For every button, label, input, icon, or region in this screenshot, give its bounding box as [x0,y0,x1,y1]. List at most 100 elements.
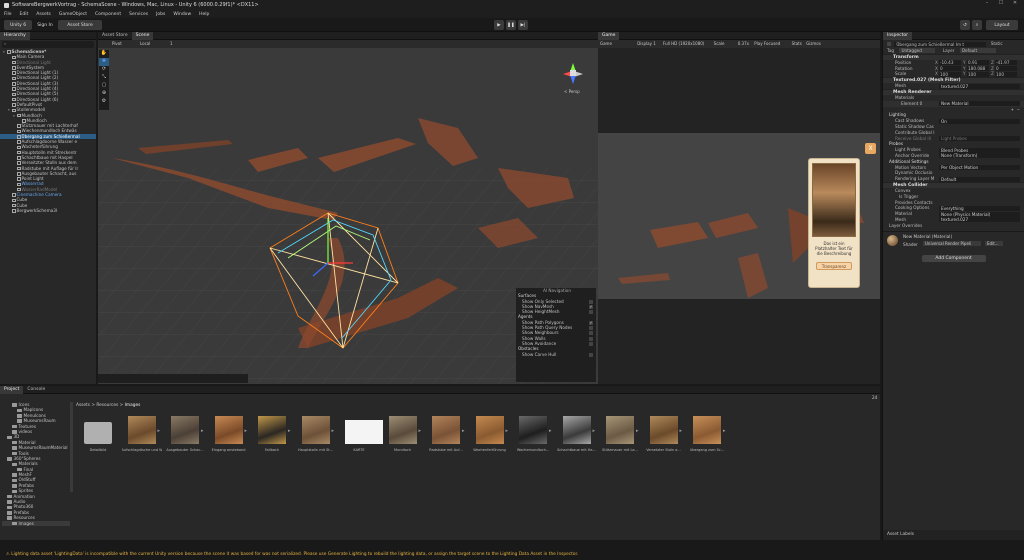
grid-snap-value[interactable]: 1 [170,41,173,46]
image-thumbnail[interactable] [258,416,286,444]
rotate-tool-icon[interactable]: ⟳ [99,66,109,74]
hierarchy-item[interactable]: BergwerkSchema3I [0,208,96,213]
minimize-icon[interactable]: – [980,0,994,6]
game-view[interactable]: Game Game Display 1 Full HD (1920x1080) … [598,32,880,384]
add-component-button[interactable]: Add Component [921,254,986,262]
transform-x-field[interactable]: 100 [939,71,961,77]
layer-dropdown[interactable]: Default [959,48,996,53]
resolution-dropdown[interactable]: Full HD (1920x1080) [663,41,704,46]
play-button[interactable]: ▶ [494,20,504,30]
menu-item-file[interactable]: File [4,12,12,17]
shader-edit-button[interactable]: Edit... [985,240,1003,246]
expand-arrow-icon[interactable]: ▸ [549,428,552,434]
pivot-dropdown[interactable]: Pivot [112,41,122,46]
transform-z-field[interactable]: 100 [995,71,1017,77]
image-thumbnail[interactable] [214,416,243,444]
nav-option-checkbox[interactable] [589,310,593,315]
pause-button[interactable]: ❚❚ [506,20,516,30]
tab-inspector[interactable]: Inspector [883,32,912,40]
menu-item-jobs[interactable]: Jobs [156,12,165,17]
tab-asset-store[interactable]: Asset Store [98,32,132,40]
history-button[interactable]: ↺ [960,20,970,30]
gizmos-button[interactable]: Gizmos [806,41,821,46]
transform-y-field[interactable]: 100 [967,71,989,77]
image-thumbnail[interactable] [345,420,383,444]
status-bar[interactable]: ⚠ Lighting data asset 'LightingData' is … [0,550,1024,560]
material-field[interactable]: New Material [939,101,1020,107]
project-tree-item[interactable]: Images [2,520,70,526]
transform-z-field[interactable]: 0 [995,66,1017,72]
scale-tool-icon[interactable]: ⤡ [99,74,109,82]
asset-labels-bar[interactable]: Asset Labels [883,530,1024,540]
expand-arrow-icon[interactable]: ▸ [419,428,422,434]
object-name-field[interactable]: Übergang zum Schießermal Im t [894,41,987,47]
expand-arrow-icon[interactable]: ▸ [680,428,683,434]
nav-option-checkbox[interactable] [589,352,593,357]
local-dropdown[interactable]: Local [140,41,150,46]
tag-dropdown[interactable]: Untagged [899,48,936,53]
transform-tool-icon[interactable]: ⊕ [99,90,109,98]
close-icon[interactable]: ✕ [1008,0,1022,6]
transform-z-field[interactable]: -41.97 [995,60,1017,66]
menu-item-help[interactable]: Help [199,12,209,17]
move-tool-icon[interactable]: ✥ [99,58,109,66]
expand-arrow-icon[interactable]: ▸ [201,428,204,434]
custom-tool-icon[interactable]: ⚙ [99,98,109,106]
layout-dropdown[interactable]: Layout [986,20,1018,30]
hierarchy-search-input[interactable]: ⌕ [2,41,94,48]
collider-mesh-field[interactable]: textured.027 [939,217,1020,223]
project-tree-scrollbar[interactable] [70,402,73,492]
image-thumbnail[interactable] [519,416,547,444]
asset-store-button[interactable]: Asset Store [58,20,102,30]
tab-game[interactable]: Game [598,32,620,40]
shader-dropdown[interactable]: Universal Render Pipeli [923,240,981,246]
project-tree-item[interactable]: MuseumsRaumMaterial [2,445,70,450]
tab-console[interactable]: Console [23,386,49,394]
image-thumbnail[interactable] [649,416,678,444]
expand-arrow-icon[interactable]: ▸ [158,428,161,434]
orientation-gizmo[interactable] [560,60,586,86]
folder-thumbnail[interactable] [84,422,112,444]
cooking-options-dropdown[interactable]: Everything [939,205,1020,211]
transform-y-field[interactable]: 180.088 [967,66,989,72]
cast-shadows-dropdown[interactable]: On [939,118,1020,124]
layer-overrides-foldout[interactable]: Layer Overrides [883,223,1024,229]
rect-tool-icon[interactable]: ▢ [99,82,109,90]
transform-x-field[interactable]: -10.43 [939,60,961,66]
expand-arrow-icon[interactable]: ▸ [593,428,596,434]
transparency-button[interactable]: Transparenz [816,262,852,270]
display-dropdown[interactable]: Display 1 [637,41,656,46]
image-thumbnail[interactable] [127,416,156,444]
game-mode-dropdown[interactable]: Game [600,41,612,46]
expand-arrow-icon[interactable]: ▸ [332,428,335,434]
expand-arrow-icon[interactable]: ▸ [506,428,509,434]
play-focused-dropdown[interactable]: Play Focused [754,41,780,46]
menu-item-gameobject[interactable]: GameObject [59,12,87,17]
image-thumbnail[interactable] [606,416,634,444]
popup-close-button[interactable]: X [865,143,876,154]
image-thumbnail[interactable] [475,416,504,444]
mesh-field[interactable]: textured.027 [939,83,1020,89]
nav-option-checkbox[interactable] [589,341,593,346]
sign-in-button[interactable]: Sign In [34,20,56,30]
transform-y-field[interactable]: 0.91 [967,60,989,66]
expand-arrow-icon[interactable]: ▸ [245,428,248,434]
menu-item-edit[interactable]: Edit [20,12,29,17]
search-button[interactable]: ⌕ [972,20,982,30]
scale-value[interactable]: 0.37x [738,41,749,46]
unity-account-button[interactable]: Unity 6 [4,20,32,30]
motion-vectors-dropdown[interactable]: Per Object Motion [939,165,1020,171]
tab-hierarchy[interactable]: Hierarchy [0,32,30,40]
receive-gi-dropdown[interactable]: Light Probes [939,136,1020,142]
image-thumbnail[interactable] [388,416,417,444]
menu-item-component[interactable]: Component [95,12,121,17]
scene-view[interactable]: Asset Store Scene Pivot Local 1 ✋ ✥ ⟳ ⤡ … [98,32,598,384]
active-checkbox[interactable] [887,42,891,46]
image-thumbnail[interactable] [693,416,721,444]
image-thumbnail[interactable] [171,416,199,444]
step-button[interactable]: ▶| [518,20,528,30]
menu-item-services[interactable]: Services [129,12,148,17]
static-toggle[interactable]: Static [991,41,1003,46]
hand-tool-icon[interactable]: ✋ [99,50,109,58]
expand-arrow-icon[interactable]: ▸ [462,428,465,434]
